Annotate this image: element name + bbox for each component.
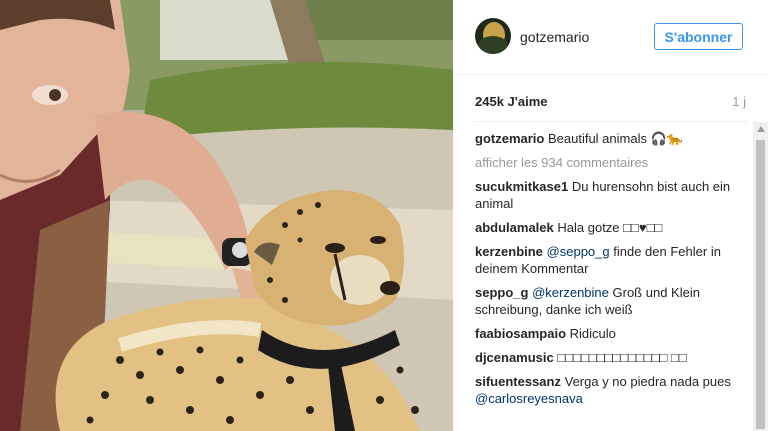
comment-mention[interactable]: @seppo_g — [547, 244, 610, 259]
comment-username[interactable]: seppo_g — [475, 285, 528, 300]
likes-count[interactable]: 245k J'aime — [475, 94, 547, 109]
post-header: gotzemario S'abonner — [453, 0, 768, 75]
comment-username[interactable]: kerzenbine — [475, 244, 543, 259]
comment-text: Hala gotze □□♥□□ — [557, 220, 663, 235]
list-item: abdulamalek Hala gotze □□♥□□ — [475, 219, 735, 236]
list-item: faabiosampaio Ridiculo — [475, 325, 735, 342]
comment-mention[interactable]: @kerzenbine — [532, 285, 609, 300]
comment-text: Beautiful animals 🎧🐆 — [547, 131, 683, 146]
avatar-body-shape — [478, 36, 508, 54]
list-item: sucukmitkase1 Du hurensohn bist auch ein… — [475, 178, 735, 212]
divider — [473, 121, 748, 122]
comment-username[interactable]: djcenamusic — [475, 350, 554, 365]
list-item: seppo_g @kerzenbine Groß und Klein schre… — [475, 284, 735, 318]
comment-username[interactable]: sucukmitkase1 — [475, 179, 568, 194]
list-item: kerzenbine @seppo_g finde den Fehler in … — [475, 243, 735, 277]
follow-button[interactable]: S'abonner — [654, 23, 743, 50]
comment-username[interactable]: sifuentessanz — [475, 374, 561, 389]
post-photo[interactable] — [0, 0, 453, 431]
list-item: djcenamusic □□□□□□□□□□□□□□ □□ — [475, 349, 735, 366]
comment-username[interactable]: gotzemario — [475, 131, 544, 146]
comment-text: Verga y no piedra nada pues — [564, 374, 731, 389]
load-more-comments-link[interactable]: afficher les 934 commentaires — [475, 154, 735, 171]
scrollbar-thumb[interactable] — [756, 140, 765, 429]
comment-text: □□□□□□□□□□□□□□ □□ — [557, 350, 687, 365]
post-side-panel: gotzemario S'abonner 245k J'aime 1 j got… — [453, 0, 768, 431]
comment-username[interactable]: faabiosampaio — [475, 326, 566, 341]
comment-username[interactable]: abdulamalek — [475, 220, 554, 235]
comment-text: Ridiculo — [569, 326, 616, 341]
comments-scrollbar[interactable] — [753, 122, 768, 431]
avatar[interactable] — [475, 18, 511, 54]
post-time[interactable]: 1 j — [732, 94, 746, 109]
post-modal: gotzemario S'abonner 245k J'aime 1 j got… — [0, 0, 768, 431]
post-username[interactable]: gotzemario — [520, 29, 589, 45]
scroll-up-arrow-icon[interactable] — [757, 126, 765, 132]
selfie-with-cheetah-image — [0, 0, 453, 431]
comments-list: gotzemario Beautiful animals 🎧🐆 afficher… — [475, 130, 735, 414]
caption: gotzemario Beautiful animals 🎧🐆 — [475, 130, 735, 147]
list-item: sifuentessanz Verga y no piedra nada pue… — [475, 373, 735, 407]
comment-mention[interactable]: @carlosreyesnava — [475, 391, 583, 406]
